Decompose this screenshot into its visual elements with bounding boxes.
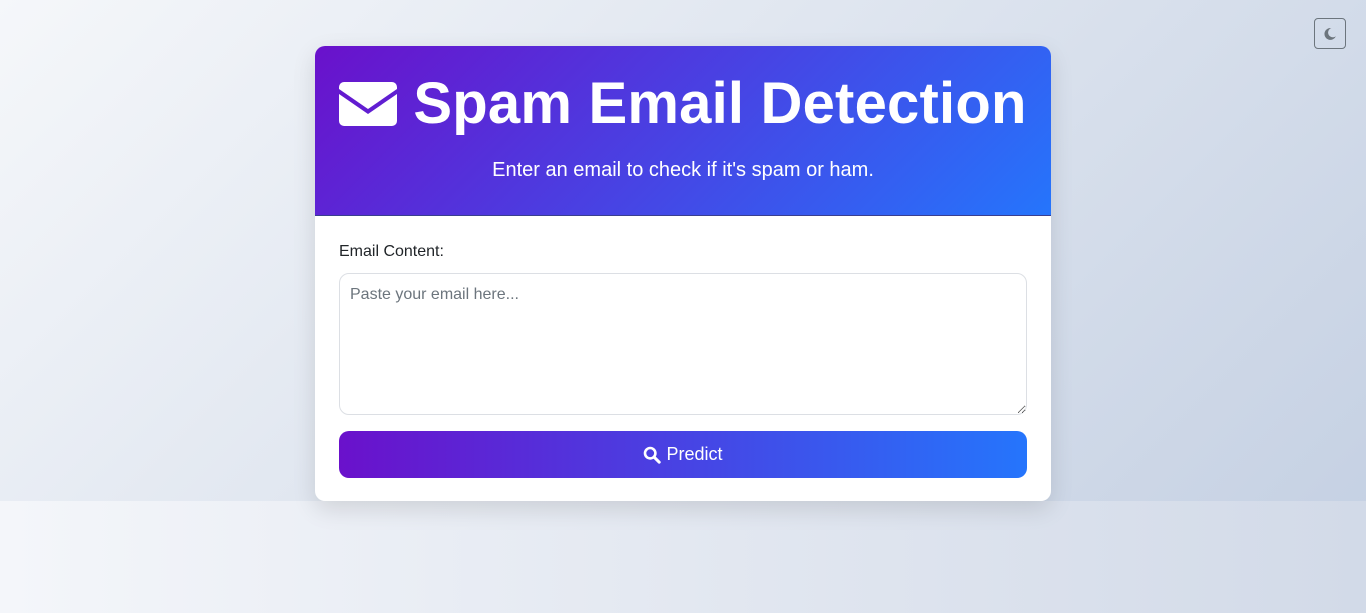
search-icon bbox=[643, 446, 662, 464]
spam-detection-card: Spam Email Detection Enter an email to c… bbox=[315, 46, 1051, 501]
card-header: Spam Email Detection Enter an email to c… bbox=[315, 46, 1051, 216]
predict-button[interactable]: Predict bbox=[339, 431, 1027, 478]
card-body: Email Content: Predict bbox=[315, 216, 1051, 501]
email-content-input[interactable] bbox=[339, 273, 1027, 415]
page-background-lower bbox=[0, 501, 1366, 613]
email-content-label: Email Content: bbox=[339, 243, 444, 260]
theme-toggle-button[interactable] bbox=[1314, 18, 1346, 49]
title-text: Spam Email Detection bbox=[413, 71, 1027, 136]
moon-icon bbox=[1323, 27, 1337, 41]
predict-button-label: Predict bbox=[666, 444, 723, 464]
page-title: Spam Email Detection bbox=[315, 72, 1051, 136]
envelope-icon bbox=[339, 82, 398, 126]
page-subtitle: Enter an email to check if it's spam or … bbox=[492, 159, 874, 181]
